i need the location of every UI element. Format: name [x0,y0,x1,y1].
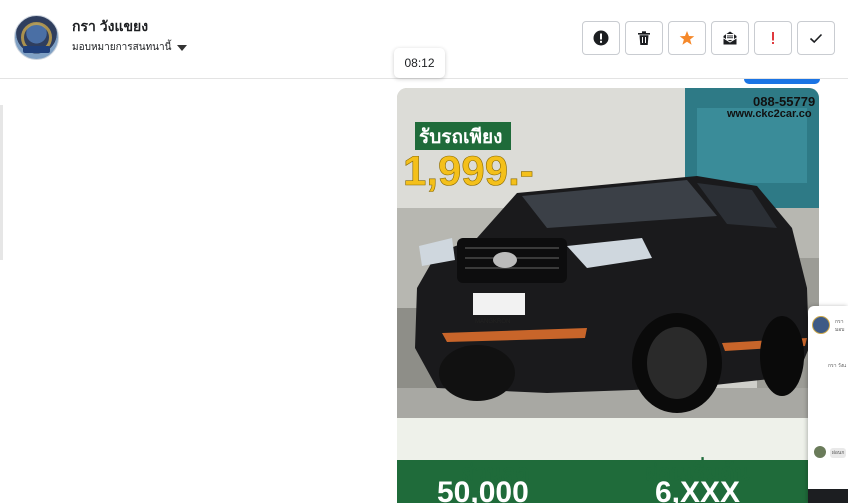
header-actions [582,21,835,55]
preview-avatar [812,316,830,334]
preview-line-3: กรา วังแ [828,363,847,369]
message-image[interactable]: รับรถเพียง 1,999.- 088-55779 www.ckc2car… [397,88,819,503]
installment-value: 6,XXX [655,476,740,503]
alert-circle-icon [593,30,609,46]
preview-message: ผ่อนก [830,448,847,458]
check-icon [809,33,823,44]
assign-label: มอบหมายการสนทนานี้ [72,42,172,53]
mark-unread-button[interactable] [711,21,749,55]
chat-preview-panel[interactable]: กรา มอบ กรา วังแ ผ่อนก [808,306,848,503]
spam-button[interactable] [582,21,620,55]
star-button[interactable] [668,21,706,55]
discount-value: 50,000 [437,476,529,503]
preview-footer [808,489,848,503]
dealer-phone: 088-55779 [753,94,815,109]
assign-conversation-dropdown[interactable]: มอบหมายการสนทนานี้ [72,40,188,55]
previous-message-bubble[interactable] [744,79,820,84]
delete-button[interactable] [625,21,663,55]
plate-text: MANGKRON [475,319,510,325]
contact-avatar[interactable] [14,15,59,60]
promo-price: 1,999.- [403,147,534,194]
dealer-website: www.ckc2car.co [726,108,812,120]
preview-avatar-small [814,446,826,458]
promo-heading: รับรถเพียง [419,126,502,148]
trash-icon [638,31,650,45]
preview-line-1: กรา [835,319,844,325]
done-button[interactable] [797,21,835,55]
message-timestamp-tooltip: 08:12 [394,48,445,78]
preview-line-2: มอบ [835,327,845,333]
envelope-icon [723,31,737,45]
star-icon [679,31,695,45]
exclamation-icon [772,32,774,44]
caret-down-icon [177,44,188,51]
car-ad-graphic: รับรถเพียง 1,999.- 088-55779 www.ckc2car… [397,88,819,503]
follow-up-button[interactable] [754,21,792,55]
contact-name[interactable]: กรา วังแขยง [72,16,148,38]
license-plate [473,293,525,315]
scrollbar[interactable] [0,105,3,260]
